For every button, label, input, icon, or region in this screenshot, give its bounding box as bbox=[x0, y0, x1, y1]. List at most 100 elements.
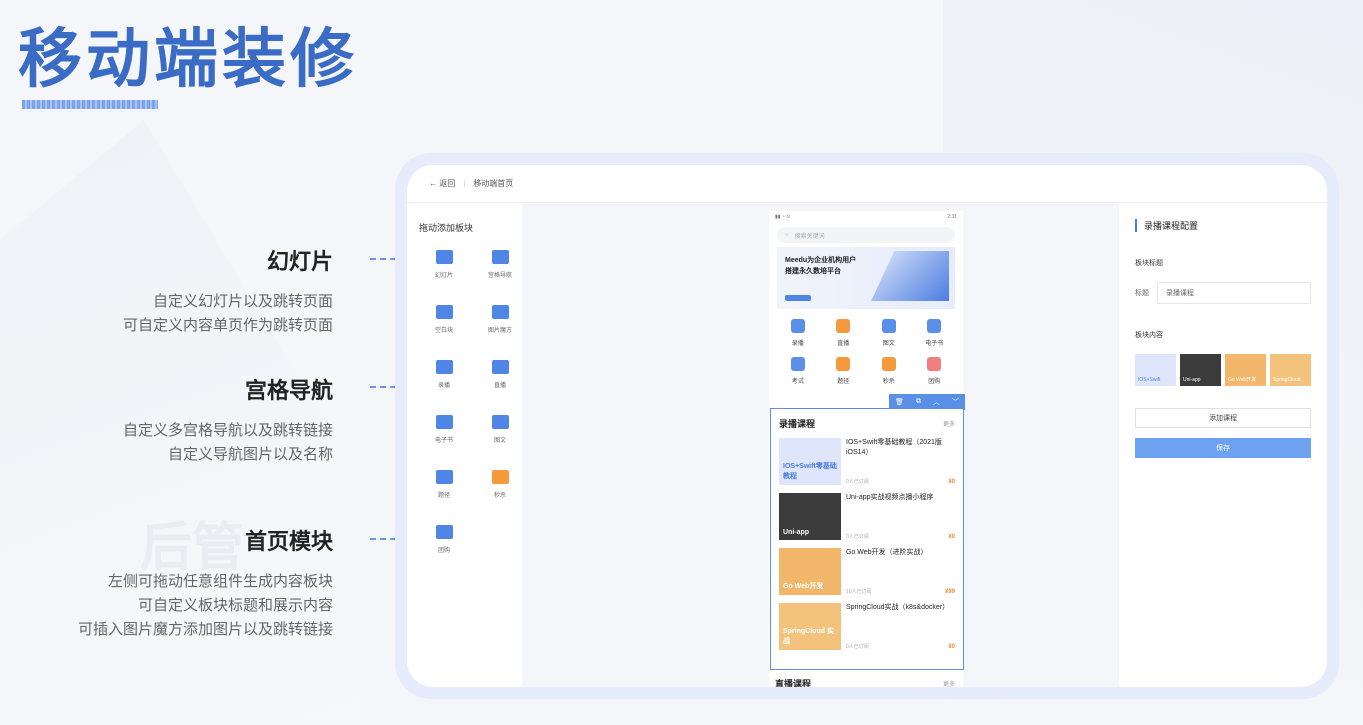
nav-item-icon bbox=[881, 357, 896, 371]
component-label: 团购 bbox=[437, 548, 450, 554]
save-button[interactable]: 保存 bbox=[1135, 438, 1311, 458]
article-icon bbox=[491, 415, 509, 429]
move-up-icon[interactable]: ︿ bbox=[933, 397, 940, 407]
component-item[interactable]: 幻灯片 bbox=[419, 250, 469, 279]
blank-block-icon bbox=[435, 305, 453, 319]
component-item[interactable]: 秒杀 bbox=[475, 470, 525, 499]
course-info: Go Web开发（进阶实战） 10人已订阅 ¥99 bbox=[846, 548, 955, 597]
course-price: ¥0 bbox=[948, 479, 955, 485]
nav-item[interactable]: 电子书 bbox=[912, 319, 958, 347]
breadcrumb-separator: | bbox=[463, 179, 466, 188]
content-thumbnail[interactable]: Go Web开发 bbox=[1225, 354, 1266, 386]
component-label: 宫格导航 bbox=[487, 273, 512, 279]
content-thumbnails: IOS+Swift Uni-app Go Web开发 SpringCloud bbox=[1135, 354, 1311, 386]
slideshow-banner[interactable]: Meedu为企业机构用户 搭建永久数培平台 bbox=[777, 247, 955, 309]
next-module-more[interactable]: 更多 bbox=[943, 679, 955, 687]
feature-desc: 自定义导航图片以及名称 bbox=[167, 446, 333, 463]
content-thumbnail[interactable]: IOS+Swift bbox=[1135, 354, 1176, 386]
course-item[interactable]: Go Web开发 Go Web开发（进阶实战） 10人已订阅 ¥99 bbox=[779, 548, 955, 597]
nav-item-icon bbox=[836, 319, 851, 333]
component-label: 录播 bbox=[437, 383, 450, 389]
nav-item-label: 秒杀 bbox=[882, 379, 895, 385]
course-subscribers: 0人已订阅 bbox=[846, 479, 869, 485]
nav-item[interactable]: 秒杀 bbox=[866, 357, 912, 385]
course-item[interactable]: SpringCloud 实战 SpringCloud实战（k8s&docker） 0… bbox=[779, 603, 955, 652]
add-course-button[interactable]: 添加课程 bbox=[1135, 408, 1311, 428]
component-grid: 幻灯片 宫格导航空白块 图片魔方录播 直播电子书 图文 题径 秒杀团购 bbox=[419, 250, 522, 554]
back-link[interactable]: ← 返回 bbox=[429, 178, 455, 189]
course-thumbnail: SpringCloud 实战 bbox=[779, 603, 841, 650]
copy-icon[interactable]: ⧉ bbox=[916, 398, 921, 406]
nav-item-label: 考试 bbox=[791, 379, 804, 385]
course-item[interactable]: Uni-app Uni-app实战视频点播小程序 0人已订阅 ¥0 bbox=[779, 493, 955, 542]
nav-item-label: 题径 bbox=[837, 379, 850, 385]
component-label: 直播 bbox=[493, 383, 506, 389]
nav-item-label: 图文 bbox=[882, 341, 895, 347]
feature-desc: 可自定义内容单页作为跳转页面 bbox=[122, 317, 333, 334]
nav-item[interactable]: 考试 bbox=[775, 357, 821, 385]
component-item[interactable]: 图片魔方 bbox=[475, 305, 525, 334]
ebook-icon bbox=[435, 415, 453, 429]
nav-item[interactable]: 录播 bbox=[775, 319, 821, 347]
nav-item[interactable]: 题径 bbox=[821, 357, 867, 385]
component-label: 秒杀 bbox=[493, 493, 506, 499]
next-module-title: 直播课程 bbox=[775, 679, 812, 687]
component-item[interactable]: 题径 bbox=[419, 470, 469, 499]
course-title: SpringCloud实战（k8s&docker） bbox=[846, 604, 950, 611]
nav-item[interactable]: 团购 bbox=[912, 357, 958, 385]
config-panel: 录播课程配置 板块标题 标题 录播课程 板块内容 IOS+Swift Uni-ap… bbox=[1119, 203, 1327, 687]
module-header: 录播课程 更多 bbox=[779, 417, 955, 430]
nav-item[interactable]: 直播 bbox=[821, 319, 867, 347]
course-price: ¥0 bbox=[948, 534, 955, 540]
course-info: IOS+Swift零基础教程（2021版iOS14） 0人已订阅 ¥0 bbox=[846, 438, 955, 487]
course-info: SpringCloud实战（k8s&docker） 0人已订阅 ¥0 bbox=[846, 603, 955, 652]
component-panel-title: 拖动添加板块 bbox=[419, 223, 474, 233]
feature-home-module: 首页模块 左侧可拖动任意组件生成内容板块 可自定义板块标题和展示内容 可插入图片… bbox=[78, 524, 333, 642]
component-item[interactable]: 空白块 bbox=[419, 305, 469, 334]
nav-item-label: 电子书 bbox=[925, 341, 944, 347]
phone-status-bar: ▮▮ ◔ ⊙ 2:31 bbox=[769, 211, 963, 223]
component-item[interactable]: 直播 bbox=[475, 360, 525, 389]
preview-canvas: ▮▮ ◔ ⊙ 2:31 ○ 搜索关键词 Meedu为企业机构用户 搭建永久数培平… bbox=[522, 203, 1119, 687]
group-buy-icon bbox=[435, 525, 453, 539]
feature-desc: 左侧可拖动任意组件生成内容板块 bbox=[107, 573, 333, 590]
component-item[interactable]: 宫格导航 bbox=[475, 250, 525, 279]
module-more-link[interactable]: 更多 bbox=[943, 419, 955, 428]
content-thumbnail[interactable]: SpringCloud bbox=[1270, 354, 1311, 386]
feature-desc: 可自定义板块标题和展示内容 bbox=[137, 597, 333, 614]
banner-button[interactable] bbox=[785, 295, 811, 301]
signal-icon: ▮▮ ◔ ⊙ bbox=[775, 214, 791, 220]
component-item[interactable]: 电子书 bbox=[419, 415, 469, 444]
status-time: 2:31 bbox=[947, 214, 957, 220]
course-list: IOS+Swift零基础教程 IOS+Swift零基础教程（2021版iOS14）… bbox=[779, 438, 955, 652]
course-price: ¥0 bbox=[948, 644, 955, 650]
block-title-label: 板块标题 bbox=[1135, 260, 1163, 267]
path-icon bbox=[435, 470, 453, 484]
title-input[interactable]: 录播课程 bbox=[1157, 282, 1311, 304]
course-title: IOS+Swift零基础教程（2021版iOS14） bbox=[846, 439, 942, 456]
nav-item-icon bbox=[927, 319, 942, 333]
component-item[interactable]: 团购 bbox=[419, 525, 469, 554]
nav-item[interactable]: 图文 bbox=[866, 319, 912, 347]
course-subscribers: 0人已订阅 bbox=[846, 534, 869, 540]
content-thumbnail[interactable]: Uni-app bbox=[1180, 354, 1221, 386]
course-item[interactable]: IOS+Swift零基础教程 IOS+Swift零基础教程（2021版iOS14）… bbox=[779, 438, 955, 487]
image-cube-icon bbox=[491, 305, 509, 319]
tablet-frame: ← 返回 | 移动端首页 拖动添加板块 幻灯片 宫格导航 空白块 图片魔方 录播 直播 电子… bbox=[395, 153, 1339, 699]
nav-item-icon bbox=[927, 357, 942, 371]
page-title: 移动端装修 bbox=[18, 23, 358, 97]
nav-item-icon bbox=[881, 319, 896, 333]
feature-slideshow: 幻灯片 自定义幻灯片以及跳转页面 可自定义内容单页作为跳转页面 bbox=[123, 244, 333, 338]
phone-search-input[interactable]: ○ 搜索关键词 bbox=[777, 227, 955, 243]
feature-grid-nav: 宫格导航 自定义多宫格导航以及跳转链接 自定义导航图片以及名称 bbox=[123, 373, 333, 467]
selected-module[interactable]: 录播课程 更多 IOS+Swift零基础教程 IOS+Swift零基础教程（202… bbox=[770, 408, 964, 670]
delete-icon[interactable]: 🗑 bbox=[895, 398, 904, 406]
nav-item-label: 录播 bbox=[791, 341, 804, 347]
component-item[interactable]: 录播 bbox=[419, 360, 469, 389]
title-field-label: 标题 bbox=[1135, 290, 1149, 297]
feature-heading: 幻灯片 bbox=[266, 249, 333, 274]
component-item[interactable]: 图文 bbox=[475, 415, 525, 444]
move-down-icon[interactable]: ﹀ bbox=[952, 397, 959, 407]
feature-desc: 自定义幻灯片以及跳转页面 bbox=[152, 293, 333, 310]
block-content-label: 板块内容 bbox=[1135, 332, 1163, 339]
